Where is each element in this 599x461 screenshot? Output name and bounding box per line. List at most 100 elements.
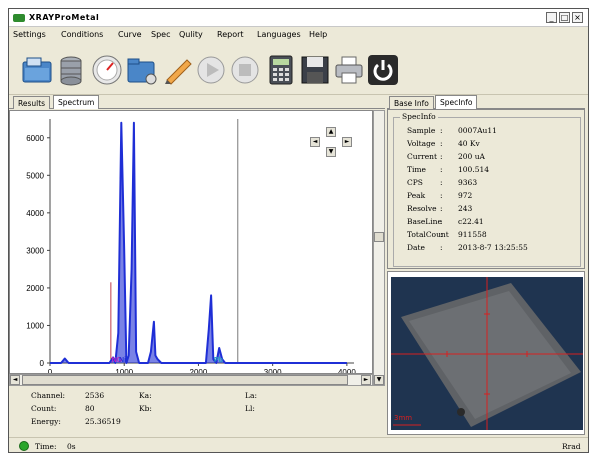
- save-icon[interactable]: [299, 54, 331, 86]
- field-key: Voltage: [407, 139, 436, 148]
- vertical-scroll-thumb[interactable]: [374, 232, 384, 242]
- menu-qulity[interactable]: Qulity: [179, 30, 203, 39]
- window-title: XRAYProMetal: [29, 13, 100, 22]
- field-colon: :: [440, 152, 443, 161]
- y-tick-label: 6000: [26, 134, 44, 143]
- field-colon: :: [440, 126, 443, 135]
- main-window: XRAYProMetal _ □ × Settings Conditions C…: [8, 8, 589, 453]
- database-icon[interactable]: [55, 54, 87, 86]
- power-icon[interactable]: [367, 54, 399, 86]
- x-tick-label: 1000: [115, 368, 133, 373]
- status-ok-icon: [19, 441, 29, 451]
- pencil-icon[interactable]: [161, 54, 193, 86]
- element-label: Pb: [214, 357, 223, 364]
- menu-settings[interactable]: Settings: [13, 30, 46, 39]
- sample-camera-image: 3mm: [391, 277, 583, 430]
- play-icon[interactable]: [195, 54, 227, 86]
- field-value: 9363: [458, 178, 478, 187]
- field-value: 972: [458, 191, 473, 200]
- count-value: 80: [85, 404, 95, 413]
- gauge-icon[interactable]: [91, 54, 123, 86]
- folder-settings-icon[interactable]: [126, 54, 158, 86]
- menu-languages[interactable]: Languages: [257, 30, 301, 39]
- tab-specinfo[interactable]: SpecInfo: [435, 95, 478, 109]
- spectrum-series: [50, 121, 347, 364]
- specinfo-legend: SpecInfo: [400, 112, 438, 121]
- field-key: BaseLine: [407, 217, 442, 226]
- right-panel: Base Info SpecInfo SpecInfo Sample: 0007A…: [387, 87, 587, 437]
- status-bar: Time: 0s Rrad: [9, 437, 588, 452]
- energy-value: 25.36519: [85, 417, 121, 426]
- field-value: 200 uA: [458, 152, 485, 161]
- channel-value: 2536: [85, 391, 105, 400]
- specinfo-group: SpecInfo Sample: 0007Au11 Voltage: 40 Kv C…: [393, 112, 581, 267]
- close-button[interactable]: ×: [572, 12, 583, 23]
- menu-bar: Settings Conditions Curve Spec Qulity Re…: [9, 28, 588, 42]
- menu-spec[interactable]: Spec: [151, 30, 170, 39]
- tab-spectrum[interactable]: Spectrum: [53, 95, 100, 109]
- x-tick-label: 0: [48, 368, 53, 373]
- x-tick-label: 4000: [338, 368, 356, 373]
- scroll-left-button[interactable]: ◄: [10, 375, 20, 385]
- field-value: 40 Kv: [458, 139, 480, 148]
- title-bar: XRAYProMetal _ □ ×: [9, 9, 588, 27]
- ll-label: Ll:: [245, 404, 255, 413]
- specinfo-panel: SpecInfo Sample: 0007Au11 Voltage: 40 Kv C…: [387, 109, 585, 269]
- time-value: 0s: [67, 442, 76, 451]
- app-icon: [13, 14, 25, 22]
- y-tick-label: 3000: [26, 246, 44, 255]
- field-key: Sample: [407, 126, 436, 135]
- spectrum-panel: 0 1000 2000 3000 4000 5000 6000 0 1000 2000 3000 40…: [9, 110, 373, 377]
- printer-icon[interactable]: [333, 54, 365, 86]
- field-value: 243: [458, 204, 473, 213]
- vertical-scrollbar[interactable]: ▼: [373, 110, 385, 386]
- nav-down-button[interactable]: ▼: [326, 147, 336, 157]
- left-tab-strip: Results Spectrum: [9, 95, 385, 109]
- time-label: Time:: [35, 442, 57, 451]
- field-colon: :: [440, 165, 443, 174]
- menu-curve[interactable]: Curve: [118, 30, 142, 39]
- y-tick-label: 5000: [26, 171, 44, 180]
- maximize-button[interactable]: □: [559, 12, 570, 23]
- horizontal-scrollbar[interactable]: ◄ ►: [9, 374, 373, 386]
- nav-right-button[interactable]: ►: [342, 137, 352, 147]
- la-label: La:: [245, 391, 257, 400]
- minimize-button[interactable]: _: [546, 12, 557, 23]
- tab-base-info[interactable]: Base Info: [389, 96, 434, 109]
- y-tick-label: 0: [40, 359, 45, 368]
- status-right-text: Rrad: [562, 442, 581, 451]
- menu-help[interactable]: Help: [309, 30, 327, 39]
- folder-open-icon[interactable]: [21, 54, 53, 86]
- field-colon: :: [440, 217, 443, 226]
- nav-left-button[interactable]: ◄: [310, 137, 320, 147]
- y-tick-label: 4000: [26, 209, 44, 218]
- energy-label: Energy:: [31, 417, 61, 426]
- kb-label: Kb:: [139, 404, 152, 413]
- spectrum-chart[interactable]: 0 1000 2000 3000 4000 5000 6000 0 1000 2000 3000 40…: [10, 111, 372, 377]
- field-colon: :: [440, 139, 443, 148]
- y-tick-label: 2000: [26, 284, 44, 293]
- field-colon: :: [440, 230, 443, 239]
- x-tick-label: 3000: [264, 368, 282, 373]
- cursor-info-panel: Channel: 2536 Count: 80 Energy: 25.36519…: [9, 387, 385, 435]
- field-key: Current: [407, 152, 438, 161]
- horizontal-scroll-thumb[interactable]: [22, 375, 348, 385]
- field-key: Peak: [407, 191, 426, 200]
- scroll-right-button[interactable]: ►: [361, 375, 371, 385]
- field-value: c22.41: [458, 217, 484, 226]
- element-label: Ni: [119, 357, 126, 364]
- field-value: 0007Au11: [458, 126, 497, 135]
- tab-results[interactable]: Results: [13, 96, 51, 109]
- field-colon: :: [440, 243, 443, 252]
- field-key: Date: [407, 243, 425, 252]
- nav-up-button[interactable]: ▲: [326, 127, 336, 137]
- field-colon: :: [440, 191, 443, 200]
- calculator-icon[interactable]: [265, 54, 297, 86]
- menu-conditions[interactable]: Conditions: [61, 30, 103, 39]
- scroll-down-button[interactable]: ▼: [374, 375, 384, 385]
- field-value: 911558: [458, 230, 487, 239]
- right-tab-strip: Base Info SpecInfo: [387, 95, 585, 109]
- scale-bar-label: 3mm: [394, 414, 413, 422]
- stop-icon[interactable]: [229, 54, 261, 86]
- menu-report[interactable]: Report: [217, 30, 244, 39]
